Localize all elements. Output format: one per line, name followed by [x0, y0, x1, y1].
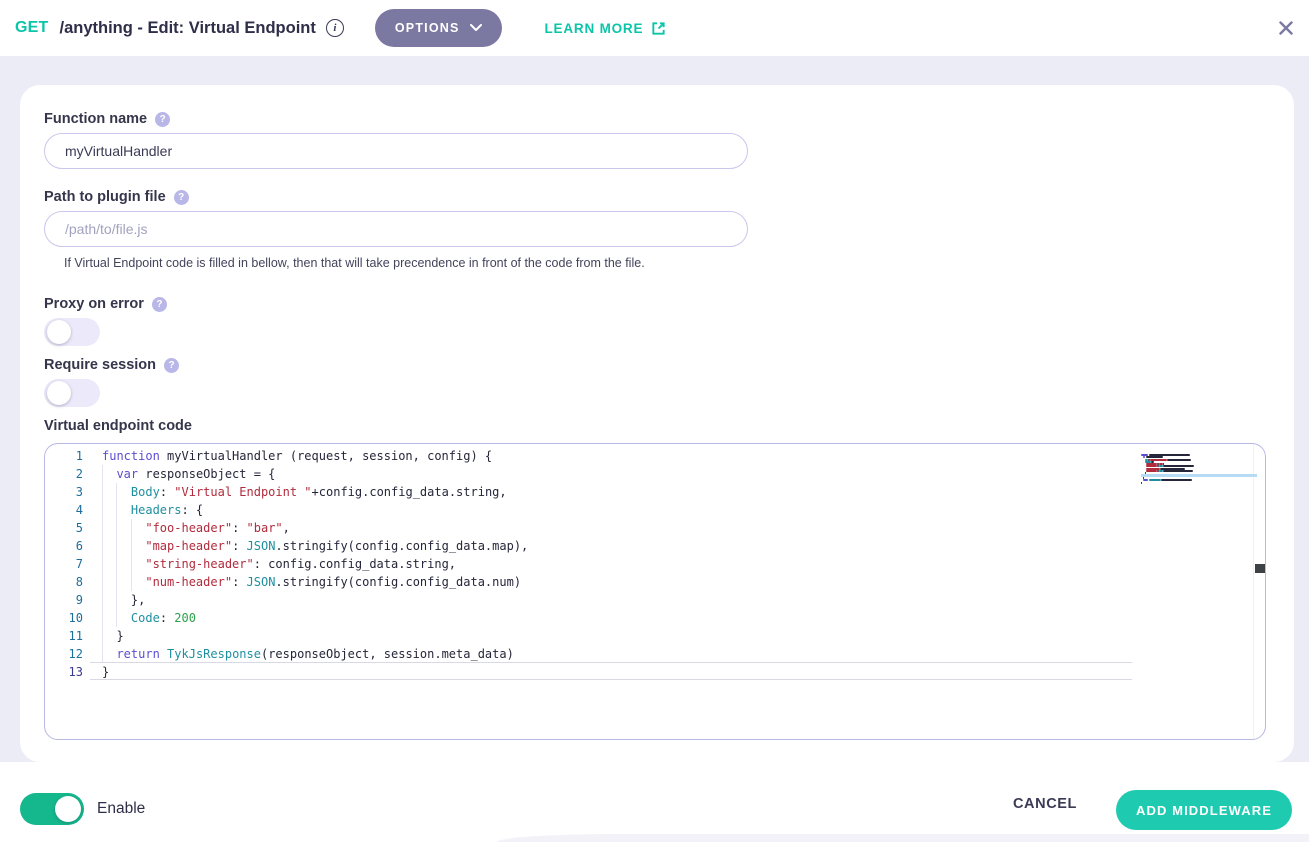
toggle-knob [55, 796, 81, 822]
learn-more-link[interactable]: LEARN MORE [545, 21, 667, 36]
http-method-badge: GET [15, 19, 49, 37]
top-bar: GET /anything - Edit: Virtual Endpoint i… [0, 0, 1309, 57]
help-icon[interactable]: ? [155, 112, 170, 127]
toggle-knob [47, 381, 71, 405]
help-icon[interactable]: ? [164, 358, 179, 373]
add-middleware-button[interactable]: ADD MIDDLEWARE [1116, 790, 1292, 830]
proxy-on-error-toggle[interactable] [44, 318, 100, 346]
editor-code-lines[interactable]: function myVirtualHandler (request, sess… [102, 447, 528, 681]
virtual-endpoint-editor-panel: GET /anything - Edit: Virtual Endpoint i… [0, 0, 1309, 842]
function-name-input[interactable] [44, 133, 748, 169]
minimap-active-line [1141, 474, 1257, 477]
plugin-path-input[interactable] [44, 211, 748, 247]
help-icon[interactable]: ? [152, 297, 167, 312]
options-button[interactable]: OPTIONS [375, 9, 502, 47]
close-icon[interactable] [1279, 21, 1293, 35]
editor-minimap[interactable] [1141, 447, 1257, 477]
enable-toggle[interactable] [20, 793, 84, 825]
editor-scrollbar-thumb[interactable] [1255, 564, 1266, 573]
learn-more-label: LEARN MORE [545, 21, 644, 36]
require-session-toggle[interactable] [44, 379, 100, 407]
footer-bar: Enable CANCEL ADD MIDDLEWARE [0, 762, 1309, 842]
editor-scrollbar-track [1253, 444, 1265, 739]
chevron-down-icon [470, 24, 482, 32]
endpoint-form-card: Function name ? Path to plugin file ? If… [20, 85, 1294, 762]
proxy-on-error-label: Proxy on error ? [44, 296, 167, 312]
function-name-label: Function name ? [44, 111, 170, 127]
virtual-endpoint-code-label: Virtual endpoint code [44, 418, 192, 434]
help-icon[interactable]: ? [174, 190, 189, 205]
plugin-path-helper-text: If Virtual Endpoint code is filled in be… [64, 256, 645, 270]
page-title: /anything - Edit: Virtual Endpoint [60, 19, 316, 38]
external-link-icon [651, 21, 666, 36]
info-icon[interactable]: i [326, 19, 344, 37]
plugin-path-label: Path to plugin file ? [44, 189, 189, 205]
code-editor[interactable]: 12345678910111213 function myVirtualHand… [44, 443, 1266, 740]
enable-label: Enable [97, 800, 145, 818]
options-button-label: OPTIONS [395, 21, 460, 35]
cancel-button[interactable]: CANCEL [1013, 796, 1077, 812]
toggle-knob [47, 320, 71, 344]
bottom-sheet-edge [497, 834, 1309, 842]
editor-line-numbers: 12345678910111213 [45, 447, 83, 681]
require-session-label: Require session ? [44, 357, 179, 373]
